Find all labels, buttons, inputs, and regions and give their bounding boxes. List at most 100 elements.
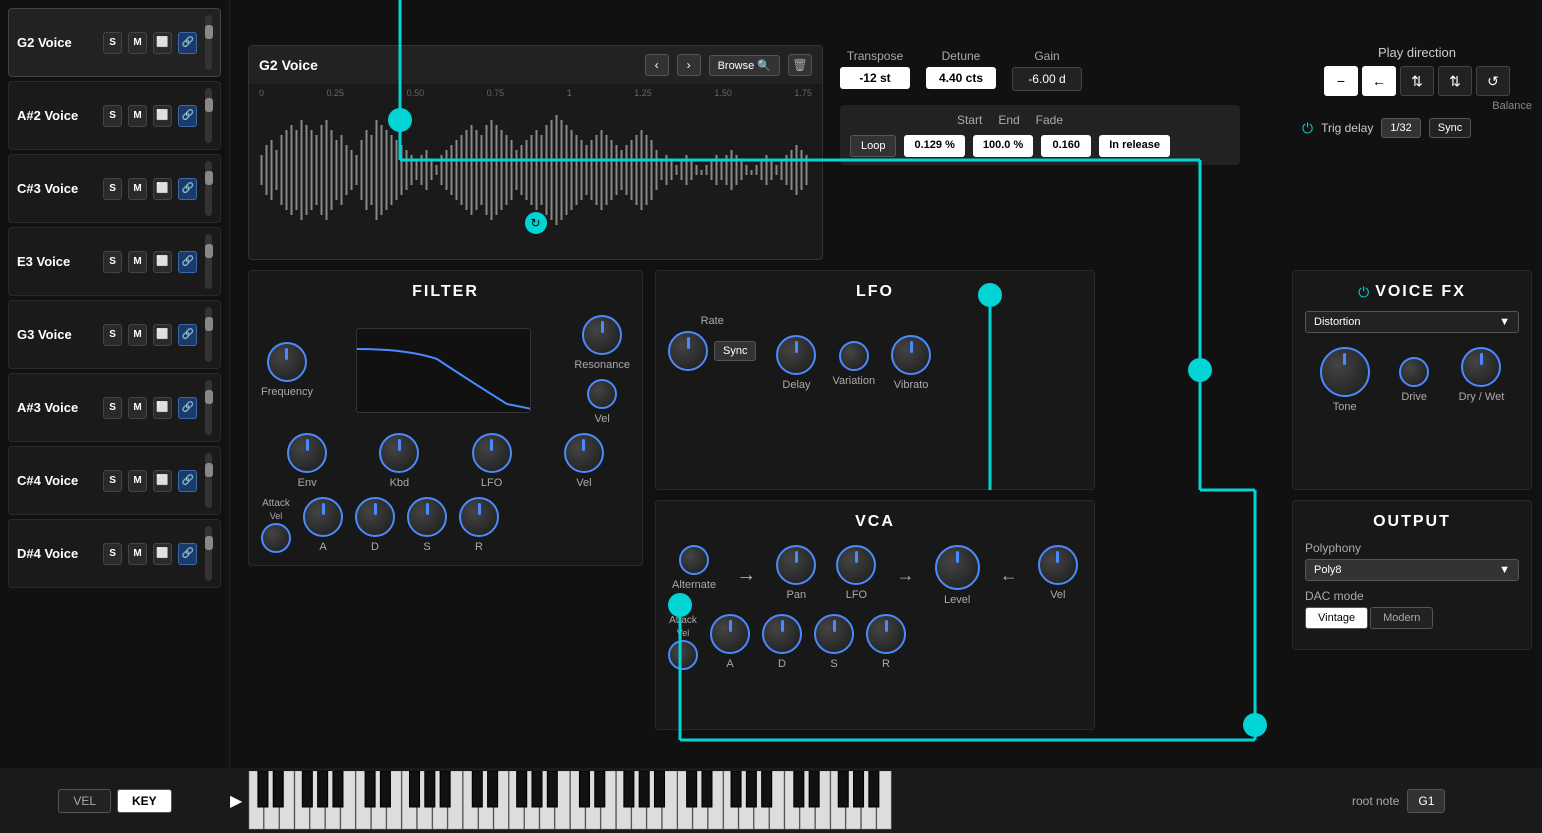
trig-delay-value[interactable]: 1/32 <box>1381 118 1420 138</box>
mute-btn-ds4[interactable]: M <box>128 543 147 565</box>
solo-btn-e3[interactable]: S <box>103 251 122 273</box>
filter-vel-knob[interactable] <box>564 433 604 473</box>
solo-btn-as2[interactable]: S <box>103 105 122 127</box>
vca-lfo-knob[interactable] <box>836 545 876 585</box>
voice-slider-ds4[interactable] <box>205 526 212 581</box>
voice-item-as2[interactable]: A#2 Voice S M ⬜ 🔗 <box>8 81 221 150</box>
drive-knob[interactable] <box>1399 357 1429 387</box>
voice-item-g3[interactable]: G3 Voice S M ⬜ 🔗 <box>8 300 221 369</box>
lfo-variation-knob[interactable] <box>839 341 869 371</box>
mute-btn-cs4[interactable]: M <box>128 470 147 492</box>
voice-item-ds4[interactable]: D#4 Voice S M ⬜ 🔗 <box>8 519 221 588</box>
vca-s-knob[interactable] <box>814 614 854 654</box>
vca-r-knob[interactable] <box>866 614 906 654</box>
voice-slider-cs3[interactable] <box>205 161 212 216</box>
mute-btn-e3[interactable]: M <box>128 251 147 273</box>
mute-btn-as3[interactable]: M <box>128 397 147 419</box>
lfo-sync-btn[interactable]: Sync <box>714 341 756 361</box>
copy-btn-as3[interactable]: ⬜ <box>153 397 172 419</box>
vel-btn[interactable]: VEL <box>58 789 111 813</box>
link-btn-ds4[interactable]: 🔗 <box>178 543 197 565</box>
link-btn-g3[interactable]: 🔗 <box>178 324 197 346</box>
voice-item-e3[interactable]: E3 Voice S M ⬜ 🔗 <box>8 227 221 296</box>
kbd-knob[interactable] <box>379 433 419 473</box>
loop-btn[interactable]: Loop <box>850 135 896 157</box>
env-knob[interactable] <box>287 433 327 473</box>
voice-item-as3[interactable]: A#3 Voice S M ⬜ 🔗 <box>8 373 221 442</box>
vca-a-knob[interactable] <box>710 614 750 654</box>
vca-d-knob[interactable] <box>762 614 802 654</box>
filter-lfo-knob[interactable] <box>472 433 512 473</box>
solo-btn-ds4[interactable]: S <box>103 543 122 565</box>
resonance-vel-knob[interactable] <box>587 379 617 409</box>
play-dir-btn-2[interactable]: ← <box>1362 66 1396 96</box>
end-value[interactable]: 100.0 % <box>973 135 1033 157</box>
start-value[interactable]: 0.129 % <box>904 135 964 157</box>
link-btn-cs3[interactable]: 🔗 <box>178 178 197 200</box>
mute-btn-g3[interactable]: M <box>128 324 147 346</box>
solo-btn-g2[interactable]: S <box>103 32 122 54</box>
filter-s-knob[interactable] <box>407 497 447 537</box>
vca-alternate-knob[interactable] <box>679 545 709 575</box>
resonance-knob[interactable] <box>582 315 622 355</box>
voice-slider-as3[interactable] <box>205 380 212 435</box>
detune-value[interactable]: 4.40 cts <box>926 67 996 89</box>
gain-value[interactable]: -6.00 d <box>1012 67 1082 91</box>
voice-slider-as2[interactable] <box>205 88 212 143</box>
piano-keyboard[interactable] <box>248 771 1342 831</box>
filter-attack-knob[interactable] <box>261 523 291 553</box>
play-dir-btn-4[interactable]: ⇅ <box>1438 66 1472 96</box>
fade-value[interactable]: 0.160 <box>1041 135 1091 157</box>
link-btn-as2[interactable]: 🔗 <box>178 105 197 127</box>
link-btn-as3[interactable]: 🔗 <box>178 397 197 419</box>
in-release-btn[interactable]: In release <box>1099 135 1170 157</box>
frequency-knob[interactable] <box>267 342 307 382</box>
root-note-value[interactable]: G1 <box>1407 789 1445 813</box>
solo-btn-as3[interactable]: S <box>103 397 122 419</box>
voice-item-cs3[interactable]: C#3 Voice S M ⬜ 🔗 <box>8 154 221 223</box>
voice-slider-cs4[interactable] <box>205 453 212 508</box>
prev-btn[interactable]: ‹ <box>645 54 669 76</box>
copy-btn-ds4[interactable]: ⬜ <box>153 543 172 565</box>
play-dir-btn-1[interactable]: − <box>1324 66 1358 96</box>
play-dir-btn-5[interactable]: ↺ <box>1476 66 1510 96</box>
key-btn[interactable]: KEY <box>117 789 172 813</box>
lfo-rate-knob[interactable] <box>668 331 708 371</box>
voice-slider-g2[interactable] <box>205 15 212 70</box>
solo-btn-g3[interactable]: S <box>103 324 122 346</box>
mute-btn-cs3[interactable]: M <box>128 178 147 200</box>
polyphony-dropdown[interactable]: Poly8 ▼ <box>1305 559 1519 581</box>
trig-sync-btn[interactable]: Sync <box>1429 118 1471 138</box>
mute-btn-as2[interactable]: M <box>128 105 147 127</box>
copy-btn-g2[interactable]: ⬜ <box>153 32 172 54</box>
drywet-knob[interactable] <box>1461 347 1501 387</box>
play-dir-btn-3[interactable]: ⇅ <box>1400 66 1434 96</box>
link-btn-cs4[interactable]: 🔗 <box>178 470 197 492</box>
link-btn-e3[interactable]: 🔗 <box>178 251 197 273</box>
voice-slider-e3[interactable] <box>205 234 212 289</box>
mute-btn-g2[interactable]: M <box>128 32 147 54</box>
transpose-value[interactable]: -12 st <box>840 67 910 89</box>
filter-a-knob[interactable] <box>303 497 343 537</box>
vca-pan-knob[interactable] <box>776 545 816 585</box>
tone-knob[interactable] <box>1320 347 1370 397</box>
lfo-vibrato-knob[interactable] <box>891 335 931 375</box>
copy-btn-g3[interactable]: ⬜ <box>153 324 172 346</box>
filter-d-knob[interactable] <box>355 497 395 537</box>
copy-btn-cs4[interactable]: ⬜ <box>153 470 172 492</box>
next-btn[interactable]: › <box>677 54 701 76</box>
copy-btn-e3[interactable]: ⬜ <box>153 251 172 273</box>
link-btn-g2[interactable]: 🔗 <box>178 32 197 54</box>
copy-btn-cs3[interactable]: ⬜ <box>153 178 172 200</box>
delete-btn[interactable]: 🗑 <box>788 54 812 76</box>
voice-slider-g3[interactable] <box>205 307 212 362</box>
voice-item-cs4[interactable]: C#4 Voice S M ⬜ 🔗 <box>8 446 221 515</box>
solo-btn-cs3[interactable]: S <box>103 178 122 200</box>
voice-item-g2[interactable]: G2 Voice S M ⬜ 🔗 <box>8 8 221 77</box>
modern-btn[interactable]: Modern <box>1370 607 1433 629</box>
filter-r-knob[interactable] <box>459 497 499 537</box>
distortion-dropdown[interactable]: Distortion ▼ <box>1305 311 1519 333</box>
vca-attack-knob[interactable] <box>668 640 698 670</box>
vintage-btn[interactable]: Vintage <box>1305 607 1368 629</box>
browse-btn[interactable]: Browse 🔍 <box>709 55 780 76</box>
